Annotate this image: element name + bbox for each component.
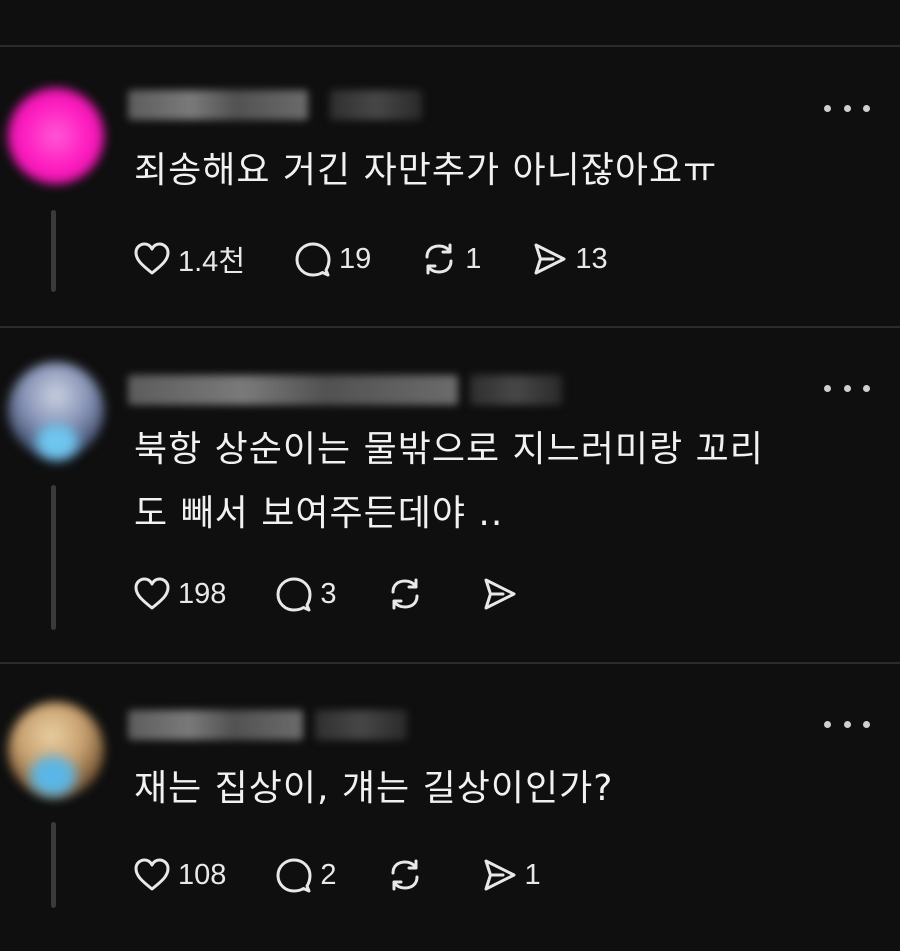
share-count: 1 xyxy=(524,858,541,891)
post-text: 북항 상순이는 물밖으로 지느러미랑 꼬리 도 빼서 보여주든데야 .. xyxy=(134,429,764,534)
comment-icon xyxy=(295,242,331,277)
share-button[interactable] xyxy=(479,574,525,614)
like-count: 198 xyxy=(178,577,227,610)
action-bar: 198 3 xyxy=(132,572,573,616)
like-count: 108 xyxy=(178,858,227,891)
timestamp xyxy=(330,90,422,120)
reply-count: 2 xyxy=(320,858,337,891)
send-icon xyxy=(484,859,516,891)
action-bar: 108 2 1 xyxy=(132,853,589,897)
like-button[interactable]: 108 xyxy=(132,855,226,895)
more-options-icon[interactable] xyxy=(824,382,870,394)
timestamp xyxy=(470,375,562,405)
avatar-detail xyxy=(30,756,76,796)
username[interactable] xyxy=(128,375,458,405)
more-options-icon[interactable] xyxy=(824,718,870,730)
post-text: 죄송해요 거긴 자만추가 아니잖아요ㅠ xyxy=(134,150,718,191)
share-button[interactable]: 13 xyxy=(529,239,608,279)
thread-line xyxy=(51,485,56,630)
post-divider xyxy=(0,662,900,664)
repost-count: 1 xyxy=(465,242,482,275)
heart-icon xyxy=(134,858,170,891)
avatar[interactable] xyxy=(8,88,104,184)
repost-icon xyxy=(391,578,419,610)
thread-line xyxy=(51,210,56,292)
post-divider xyxy=(0,326,900,328)
reply-button[interactable]: 2 xyxy=(274,855,337,895)
send-icon xyxy=(484,578,516,610)
repost-button[interactable] xyxy=(385,855,431,895)
username[interactable] xyxy=(128,90,308,120)
like-button[interactable]: 1.4천 xyxy=(132,238,245,280)
heart-icon xyxy=(134,577,170,610)
avatar-detail xyxy=(36,424,78,460)
repost-button[interactable]: 1 xyxy=(419,239,481,279)
timestamp xyxy=(315,710,407,740)
repost-icon xyxy=(391,859,419,891)
like-count: 1.4천 xyxy=(178,246,245,278)
username[interactable] xyxy=(128,710,303,740)
repost-button[interactable] xyxy=(385,574,431,614)
comment-icon xyxy=(276,858,312,893)
post-text: 재는 집상이, 걔는 길상이인가? xyxy=(134,768,614,809)
comment-icon xyxy=(276,577,312,612)
repost-icon xyxy=(425,243,453,275)
more-options-icon[interactable] xyxy=(824,102,870,114)
like-button[interactable]: 198 xyxy=(132,574,226,614)
top-divider xyxy=(0,45,900,47)
send-icon xyxy=(534,243,566,275)
heart-icon xyxy=(134,242,170,275)
action-bar: 1.4천 19 1 13 xyxy=(132,237,656,281)
reply-count: 3 xyxy=(320,577,337,610)
reply-button[interactable]: 19 xyxy=(293,239,371,279)
share-button[interactable]: 1 xyxy=(479,855,541,895)
share-count: 13 xyxy=(575,242,608,275)
thread-line xyxy=(51,822,56,908)
reply-count: 19 xyxy=(339,242,372,275)
reply-button[interactable]: 3 xyxy=(274,574,337,614)
